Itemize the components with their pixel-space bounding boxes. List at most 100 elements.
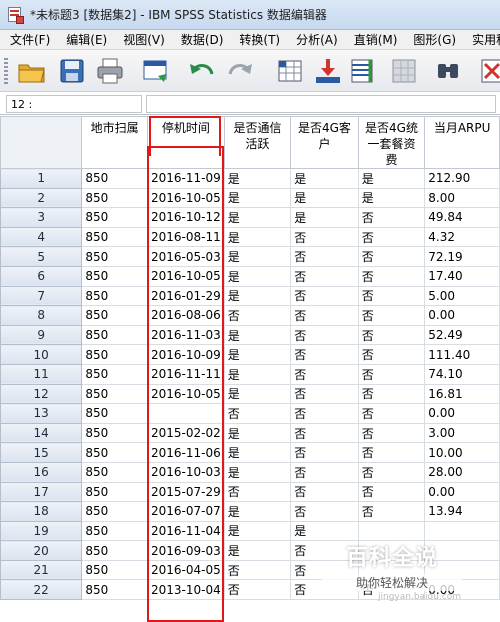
menu-edit[interactable]: 编辑(E)	[56, 31, 113, 48]
table-cell[interactable]: 2016-10-03	[146, 461, 225, 483]
table-cell[interactable]: 13.94	[424, 501, 500, 522]
table-cell[interactable]: 850	[81, 226, 148, 248]
table-cell[interactable]: 否	[357, 226, 426, 248]
column-header[interactable]: 停机时间	[146, 116, 225, 169]
row-number[interactable]: 13	[0, 403, 83, 424]
table-cell[interactable]: 否	[290, 246, 359, 267]
column-header[interactable]: 是否4G统一套餐资费	[357, 116, 426, 169]
table-cell[interactable]: 28.00	[424, 461, 500, 483]
table-cell[interactable]	[424, 540, 500, 561]
save-icon[interactable]	[56, 56, 88, 86]
table-cell[interactable]: 2016-11-06	[146, 442, 225, 463]
table-cell[interactable]: 850	[81, 324, 148, 346]
table-cell[interactable]: 是	[223, 168, 292, 189]
table-cell[interactable]: 850	[81, 363, 148, 385]
table-cell[interactable]: 0.00	[424, 403, 500, 424]
table-cell[interactable]: 850	[81, 442, 148, 463]
table-cell[interactable]: 49.84	[424, 207, 500, 228]
table-cell[interactable]: 850	[81, 422, 148, 444]
row-number[interactable]: 10	[0, 344, 83, 365]
table-cell[interactable]	[424, 520, 500, 542]
table-cell[interactable]: 否	[290, 226, 359, 248]
table-cell[interactable]: 否	[357, 383, 426, 405]
table-cell[interactable]: 是	[223, 383, 292, 405]
column-header[interactable]: 当月ARPU	[424, 116, 500, 169]
dialog-recall-icon[interactable]	[140, 56, 172, 86]
table-cell[interactable]: 否	[290, 559, 359, 581]
table-cell[interactable]: 否	[223, 403, 292, 424]
table-cell[interactable]: 2016-01-29	[146, 285, 225, 307]
table-cell[interactable]: 212.90	[424, 168, 500, 189]
table-cell[interactable]: 是	[290, 520, 359, 542]
table-cell[interactable]: 否	[357, 501, 426, 522]
table-cell[interactable]: 是	[223, 520, 292, 542]
table-cell[interactable]: 2016-08-11	[146, 226, 225, 248]
table-cell[interactable]: 否	[357, 422, 426, 444]
table-cell[interactable]	[357, 540, 426, 561]
table-cell[interactable]	[357, 559, 426, 581]
table-cell[interactable]: 否	[357, 265, 426, 287]
table-cell[interactable]: 否	[357, 246, 426, 267]
table-cell[interactable]: 否	[290, 461, 359, 483]
row-number[interactable]: 15	[0, 442, 83, 463]
table-cell[interactable]: 是	[290, 187, 359, 209]
row-number[interactable]: 18	[0, 501, 83, 522]
table-cell[interactable]: 850	[81, 540, 148, 561]
table-cell[interactable]: 是	[223, 442, 292, 463]
table-cell[interactable]: 2016-11-11	[146, 363, 225, 385]
menu-data[interactable]: 数据(D)	[171, 31, 230, 48]
row-number[interactable]: 20	[0, 540, 83, 561]
table-cell[interactable]: 否	[290, 442, 359, 463]
table-cell[interactable]: 否	[357, 344, 426, 365]
row-number[interactable]: 19	[0, 520, 83, 542]
table-cell[interactable]: 52.49	[424, 324, 500, 346]
goto-case-icon[interactable]	[274, 56, 306, 86]
table-cell[interactable]: 850	[81, 559, 148, 581]
table-cell[interactable]: 3.00	[424, 422, 500, 444]
menu-file[interactable]: 文件(F)	[0, 31, 56, 48]
menu-utilities[interactable]: 实用程	[462, 31, 500, 48]
table-cell[interactable]: 2016-10-05	[146, 383, 225, 405]
row-number[interactable]: 16	[0, 461, 83, 483]
table-cell[interactable]: 否	[357, 285, 426, 307]
split-file-icon[interactable]	[388, 56, 420, 86]
table-cell[interactable]: 是	[223, 501, 292, 522]
column-header[interactable]: 地市扫属	[81, 116, 148, 169]
table-cell[interactable]: 是	[223, 363, 292, 385]
table-cell[interactable]: 2016-04-05	[146, 559, 225, 581]
menu-direct-marketing[interactable]: 直销(M)	[344, 31, 404, 48]
table-cell[interactable]: 10.00	[424, 442, 500, 463]
table-cell[interactable]: 是	[223, 285, 292, 307]
row-number[interactable]: 4	[0, 226, 83, 248]
table-cell[interactable]: 17.40	[424, 265, 500, 287]
table-cell[interactable]: 2016-11-03	[146, 324, 225, 346]
table-cell[interactable]: 2016-08-06	[146, 305, 225, 326]
menu-graphs[interactable]: 图形(G)	[403, 31, 462, 48]
table-cell[interactable]: 2016-10-05	[146, 265, 225, 287]
table-cell[interactable]: 850	[81, 481, 148, 503]
row-number[interactable]: 6	[0, 265, 83, 287]
table-cell[interactable]: 16.81	[424, 383, 500, 405]
table-cell[interactable]: 850	[81, 383, 148, 405]
table-cell[interactable]: 否	[290, 403, 359, 424]
row-number[interactable]: 11	[0, 363, 83, 385]
menu-transform[interactable]: 转换(T)	[229, 31, 286, 48]
table-cell[interactable]: 850	[81, 305, 148, 326]
goto-variable-icon[interactable]	[312, 56, 344, 86]
row-number[interactable]: 14	[0, 422, 83, 444]
insert-cases-icon[interactable]	[476, 56, 500, 86]
table-cell[interactable]: 72.19	[424, 246, 500, 267]
table-cell[interactable]: 否	[290, 540, 359, 561]
table-cell[interactable]: 0.00	[424, 305, 500, 326]
variables-icon[interactable]	[346, 56, 378, 86]
table-cell[interactable]: 否	[290, 305, 359, 326]
grid-corner[interactable]	[0, 116, 83, 169]
table-cell[interactable]: 74.10	[424, 363, 500, 385]
row-number[interactable]: 5	[0, 246, 83, 267]
toolbar-grip[interactable]	[4, 58, 8, 84]
table-cell[interactable]: 否	[357, 324, 426, 346]
table-cell[interactable]: 否	[290, 285, 359, 307]
table-cell[interactable]: 是	[357, 168, 426, 189]
row-number[interactable]: 8	[0, 305, 83, 326]
table-cell[interactable]: 否	[357, 461, 426, 483]
